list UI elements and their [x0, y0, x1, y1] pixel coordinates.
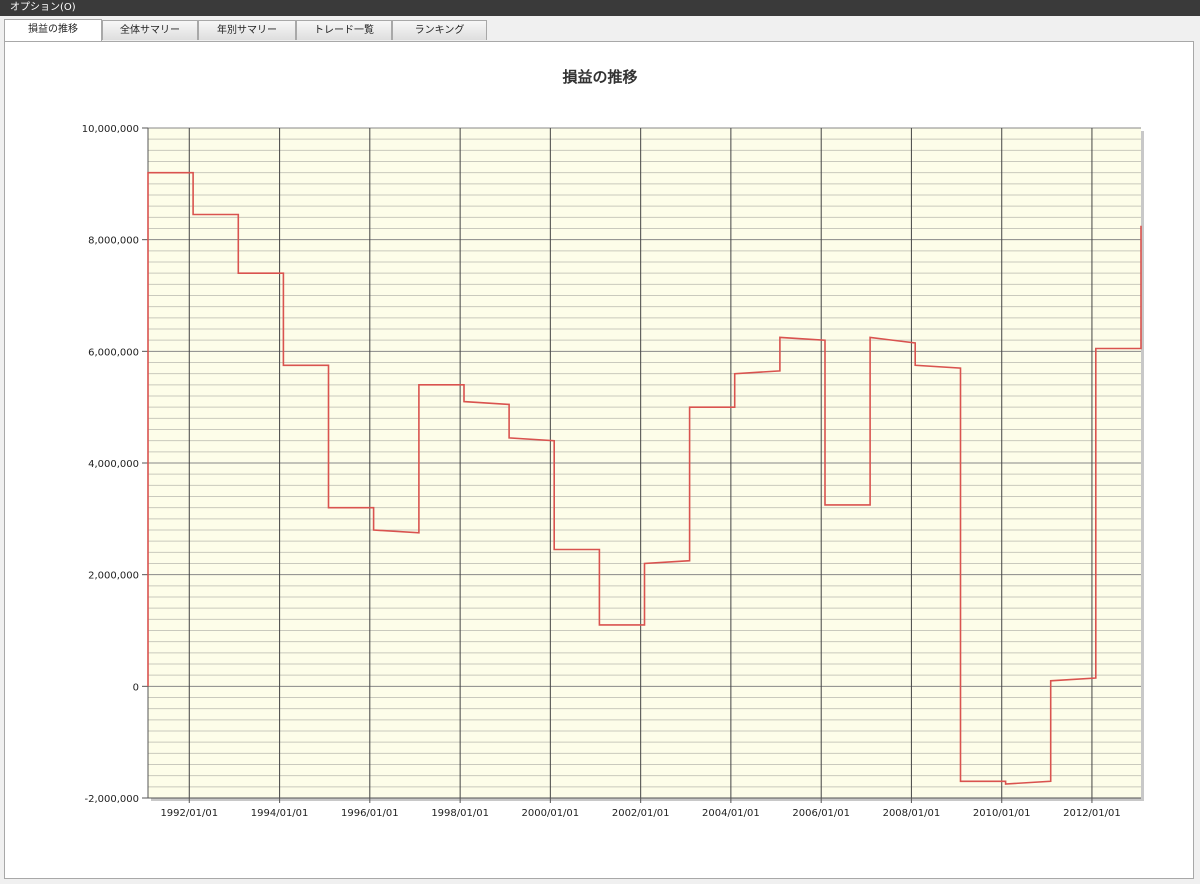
y-tick-label: 10,000,000 — [82, 124, 139, 135]
tab-overall-summary[interactable]: 全体サマリー — [102, 20, 198, 40]
x-tick-label: 2006/01/01 — [792, 808, 850, 819]
y-tick-label: -2,000,000 — [84, 794, 139, 805]
x-tick-label: 2010/01/01 — [973, 808, 1031, 819]
tab-profit-transition[interactable]: 損益の推移 — [4, 19, 102, 41]
tab-ranking[interactable]: ランキング — [392, 20, 487, 40]
x-tick-label: 1996/01/01 — [341, 808, 399, 819]
x-tick-label: 1994/01/01 — [251, 808, 309, 819]
y-tick-label: 4,000,000 — [88, 459, 139, 470]
y-tick-label: 2,000,000 — [88, 571, 139, 582]
chart-panel: 損益の推移 -2,000,000 0 2,000,000 4,000,000 6,000… — [4, 41, 1194, 879]
x-tick-label: 2008/01/01 — [883, 808, 941, 819]
plot-area: -2,000,000 0 2,000,000 4,000,000 6,000,000 8,… — [82, 124, 1144, 819]
tab-strip: 損益の推移 全体サマリー 年別サマリー トレード一覧 ランキング — [4, 19, 1194, 42]
y-tick-label: 8,000,000 — [88, 236, 139, 247]
x-tick-label: 2000/01/01 — [522, 808, 580, 819]
x-tick-label: 2004/01/01 — [702, 808, 760, 819]
x-tick-label: 2012/01/01 — [1063, 808, 1121, 819]
x-tick-label: 2002/01/01 — [612, 808, 670, 819]
tab-trade-list[interactable]: トレード一覧 — [296, 20, 392, 40]
profit-chart: 損益の推移 -2,000,000 0 2,000,000 4,000,000 6,000… — [82, 68, 1144, 819]
tab-yearly-summary[interactable]: 年別サマリー — [198, 20, 296, 40]
y-tick-label: 0 — [133, 682, 139, 693]
x-tick-label: 1992/01/01 — [160, 808, 218, 819]
y-tick-label: 6,000,000 — [88, 347, 139, 358]
menu-bar: オプション(O) — [0, 0, 1200, 16]
x-tick-label: 1998/01/01 — [431, 808, 489, 819]
options-menu[interactable]: オプション(O) — [0, 2, 76, 13]
chart-title: 損益の推移 — [562, 68, 637, 86]
